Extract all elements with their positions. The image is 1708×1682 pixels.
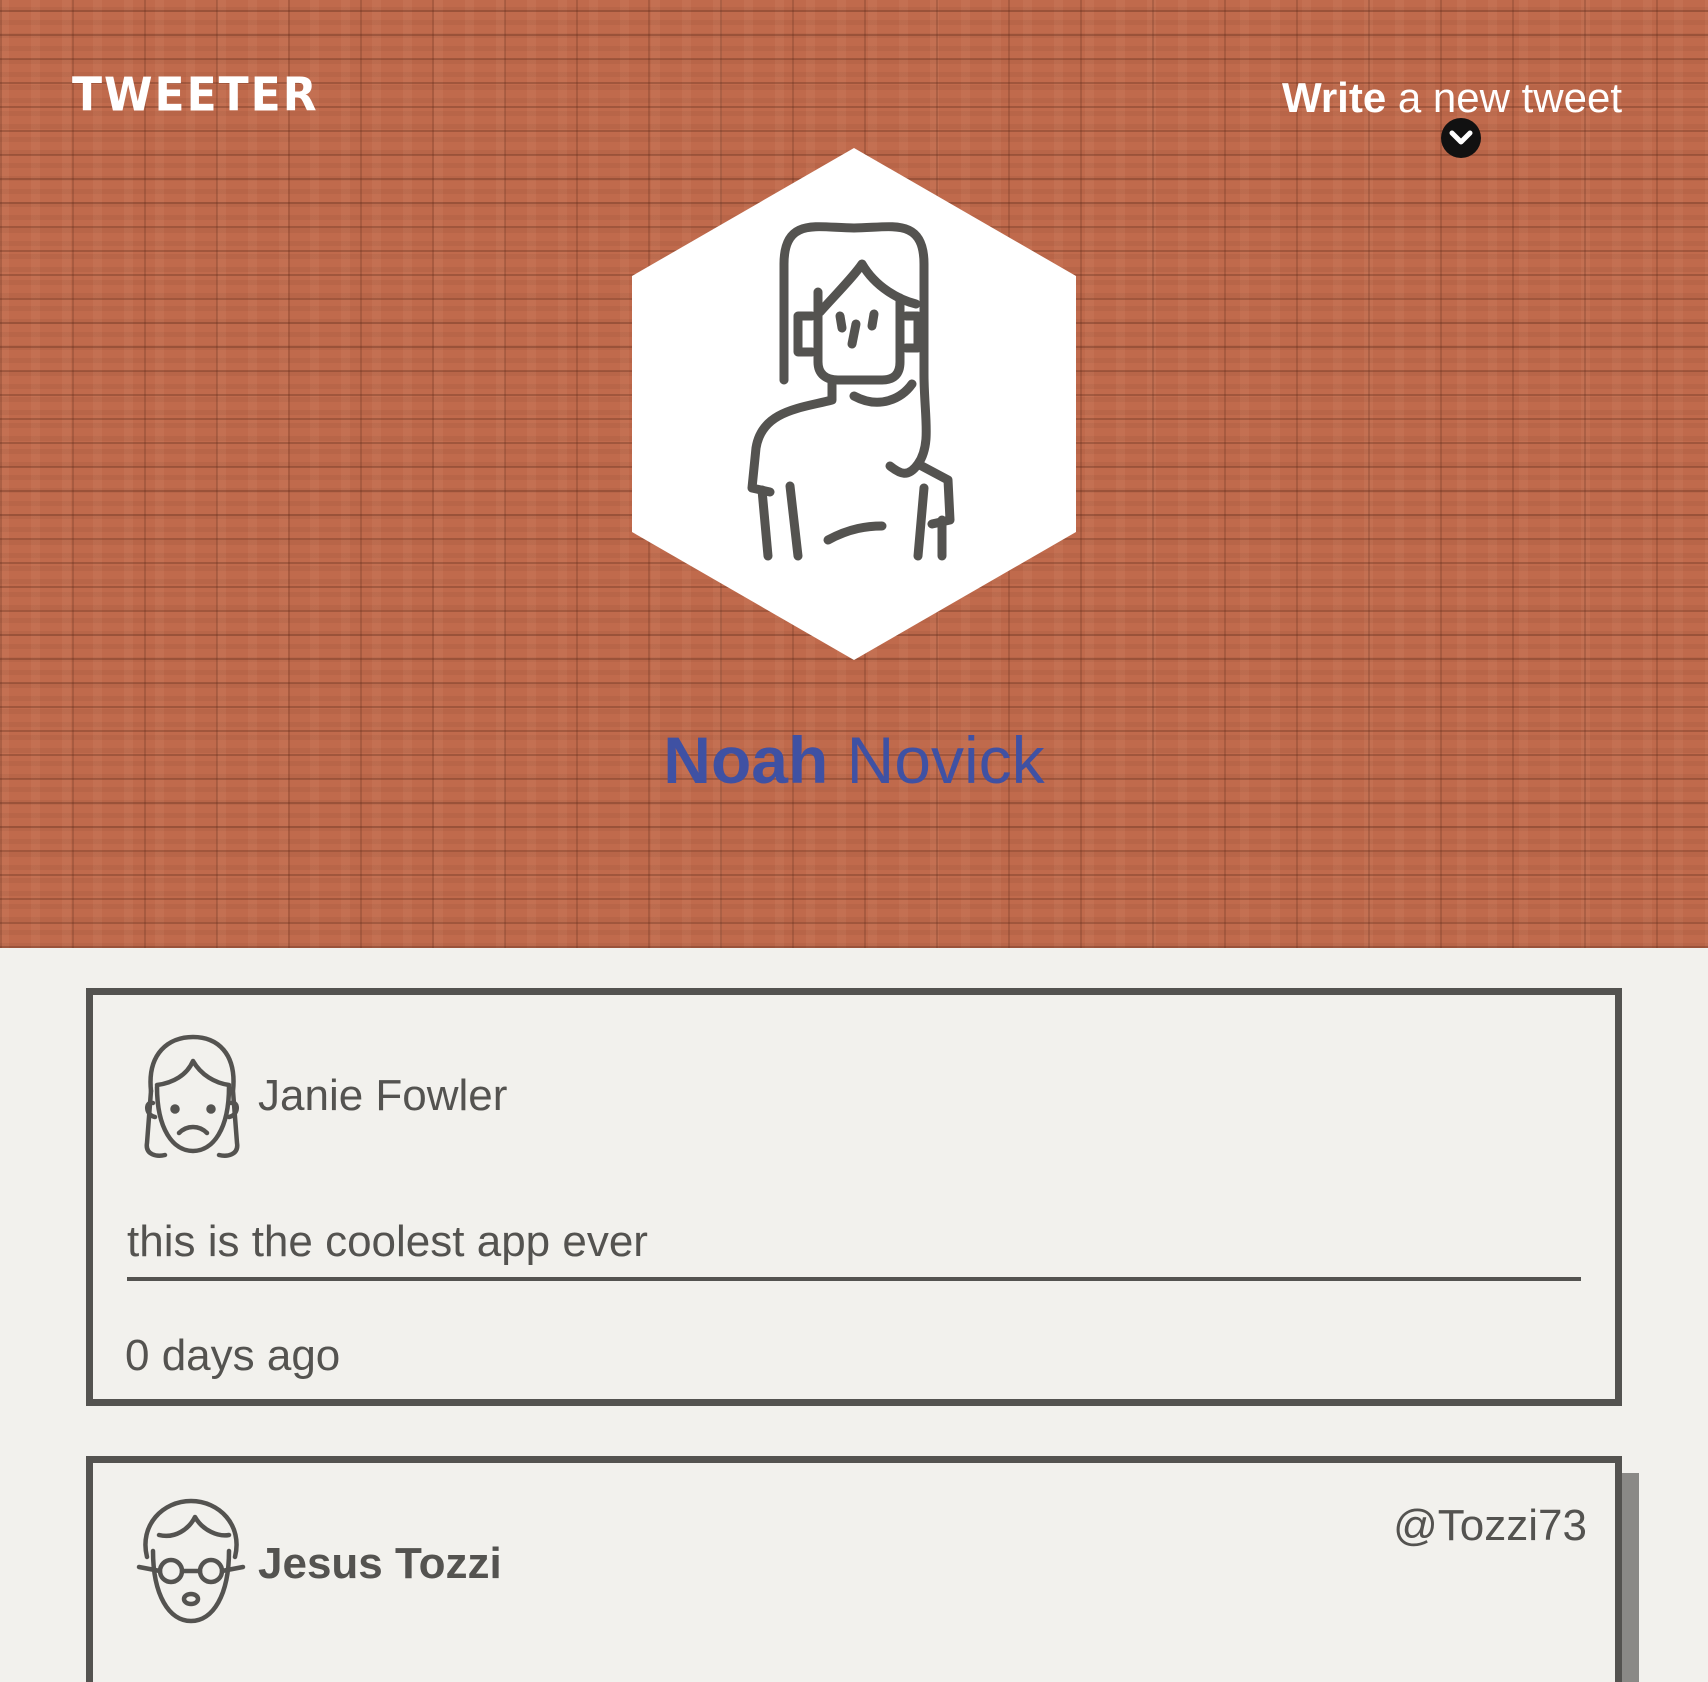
tweet-content: this is the coolest app ever [127, 1217, 1581, 1281]
compose-toggle-button[interactable]: Write a new tweet [1282, 74, 1622, 122]
chevron-down-icon[interactable] [1441, 118, 1481, 158]
compose-label-bold: Write [1281, 74, 1387, 121]
brand-logo[interactable]: TWEETER [72, 69, 319, 123]
tweet-timestamp: 0 days ago [125, 1331, 341, 1380]
profile-page: TWEETER Write a new tweet Noah Novick Ja… [0, 0, 1708, 1682]
tweet-card: Janie Fowler this is the coolest app eve… [86, 988, 1622, 1406]
profile-header: TWEETER Write a new tweet Noah Novick [0, 0, 1708, 948]
profile-last-name: Novick [846, 723, 1045, 797]
tweet-author-handle: @Tozzi73 [1393, 1501, 1587, 1550]
compose-label-rest: a new tweet [1386, 74, 1622, 121]
tweet-author-name: Jesus Tozzi [258, 1539, 502, 1588]
user-avatar-icon [136, 1498, 246, 1624]
tweet-card: Jesus Tozzi @Tozzi73 [86, 1456, 1639, 1682]
profile-avatar [632, 148, 1076, 660]
tweet-author-name: Janie Fowler [258, 1071, 508, 1120]
profile-first-name: Noah [663, 723, 829, 797]
user-avatar-icon [144, 1034, 240, 1158]
profile-name: Noah Novick [0, 722, 1708, 798]
